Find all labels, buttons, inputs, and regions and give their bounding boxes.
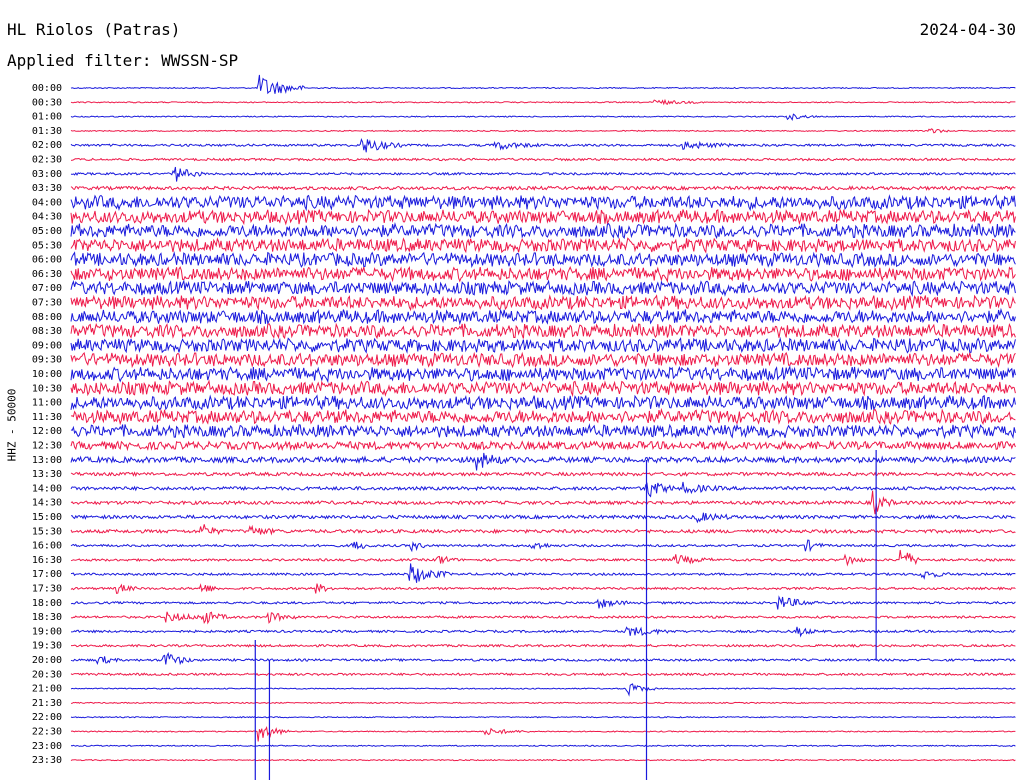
trace-row [70, 611, 1016, 625]
hour-label: 13:00 [32, 455, 62, 466]
hour-label: 01:30 [32, 126, 62, 137]
trace-row [70, 758, 1016, 762]
seismic-traces [70, 74, 1016, 780]
hour-label: 16:00 [32, 541, 62, 552]
trace-row [70, 265, 1016, 284]
hour-label: 05:30 [32, 240, 62, 251]
trace-row [70, 652, 1016, 666]
hour-label: 06:00 [32, 255, 62, 266]
hour-label: 15:30 [32, 526, 62, 537]
hour-label: 20:30 [32, 669, 62, 680]
hour-label: 14:00 [32, 483, 62, 494]
trace-row [70, 194, 1016, 212]
trace-row [70, 539, 1016, 553]
trace-row [70, 279, 1016, 298]
hour-label: 03:30 [32, 183, 62, 194]
trace-row [70, 716, 1016, 719]
hour-label: 21:00 [32, 684, 62, 695]
hour-label: 04:00 [32, 197, 62, 208]
hour-labels: 00:00 00:30 01:00 01:30 02:00 02:30 03:00 03:30… [32, 83, 62, 766]
trace-row [70, 481, 1016, 498]
trace-row [70, 322, 1016, 340]
hour-label: 14:30 [32, 498, 62, 509]
hour-label: 20:00 [32, 655, 62, 666]
helicorder-plot: 00:00 00:30 01:00 01:30 02:00 02:30 03:00 03:30… [32, 74, 1016, 780]
trace-row [70, 744, 1016, 747]
trace-row [70, 307, 1016, 326]
hour-label: 17:30 [32, 584, 62, 595]
trace-row [70, 595, 1016, 610]
trace-row [70, 423, 1016, 440]
trace-row [71, 512, 1016, 524]
hour-label: 19:00 [32, 626, 62, 637]
hour-label: 17:00 [32, 569, 62, 580]
hour-label: 11:30 [32, 412, 62, 423]
trace-row [70, 524, 1016, 536]
trace-row [70, 379, 1016, 398]
trace-row [70, 563, 1016, 583]
hour-label: 04:30 [32, 212, 62, 223]
trace-row [70, 237, 1016, 254]
hour-label: 08:00 [32, 312, 62, 323]
trace-row [70, 185, 1016, 191]
hour-label: 23:00 [32, 741, 62, 752]
trace-row [71, 643, 1016, 648]
hour-label: 19:30 [32, 641, 62, 652]
trace-row [70, 439, 1016, 452]
trace-row [70, 407, 1016, 426]
hour-label: 06:30 [32, 269, 62, 280]
hour-label: 23:30 [32, 755, 62, 766]
trace-row [70, 549, 1016, 567]
trace-row [70, 725, 1016, 742]
hour-label: 10:30 [32, 383, 62, 394]
trace-row [70, 471, 1016, 478]
trace-row [70, 166, 1016, 182]
trace-row [70, 113, 1016, 122]
hour-label: 00:00 [32, 83, 62, 94]
hour-label: 10:00 [32, 369, 62, 380]
hour-label: 21:30 [32, 698, 62, 709]
hour-label: 18:30 [32, 612, 62, 623]
trace-row [70, 336, 1016, 354]
hour-label: 07:30 [32, 298, 62, 309]
hour-label: 01:00 [32, 112, 62, 123]
trace-row [70, 137, 1016, 153]
hour-label: 09:30 [32, 355, 62, 366]
trace-row [70, 394, 1016, 412]
hour-label: 15:00 [32, 512, 62, 523]
hour-label: 18:00 [32, 598, 62, 609]
hour-label: 22:30 [32, 727, 62, 738]
hour-label: 03:00 [32, 169, 62, 180]
trace-row [70, 683, 1016, 697]
trace-row [70, 351, 1016, 369]
trace-row [71, 626, 1016, 638]
hour-label: 22:00 [32, 712, 62, 723]
trace-row [70, 583, 1016, 595]
hour-label: 00:30 [32, 97, 62, 108]
trace-row [70, 672, 1016, 677]
hour-label: 02:00 [32, 140, 62, 151]
trace-row [70, 208, 1016, 226]
hour-label: 05:00 [32, 226, 62, 237]
trace-row [70, 157, 1016, 162]
hour-label: 07:00 [32, 283, 62, 294]
hour-label: 12:30 [32, 441, 62, 452]
hour-label: 09:00 [32, 340, 62, 351]
trace-row [70, 364, 1016, 384]
trace-row [70, 701, 1016, 705]
trace-row [70, 490, 1016, 515]
trace-row [70, 294, 1016, 312]
trace-row [70, 74, 1016, 95]
hour-label: 08:30 [32, 326, 62, 337]
trace-row [70, 251, 1016, 269]
hour-label: 16:30 [32, 555, 62, 566]
hour-label: 02:30 [32, 155, 62, 166]
trace-row [70, 98, 1016, 106]
hour-label: 13:30 [32, 469, 62, 480]
hour-label: 11:00 [32, 398, 62, 409]
trace-row [70, 221, 1016, 240]
trace-row [70, 128, 1016, 134]
trace-row [70, 452, 1016, 471]
hour-label: 12:00 [32, 426, 62, 437]
